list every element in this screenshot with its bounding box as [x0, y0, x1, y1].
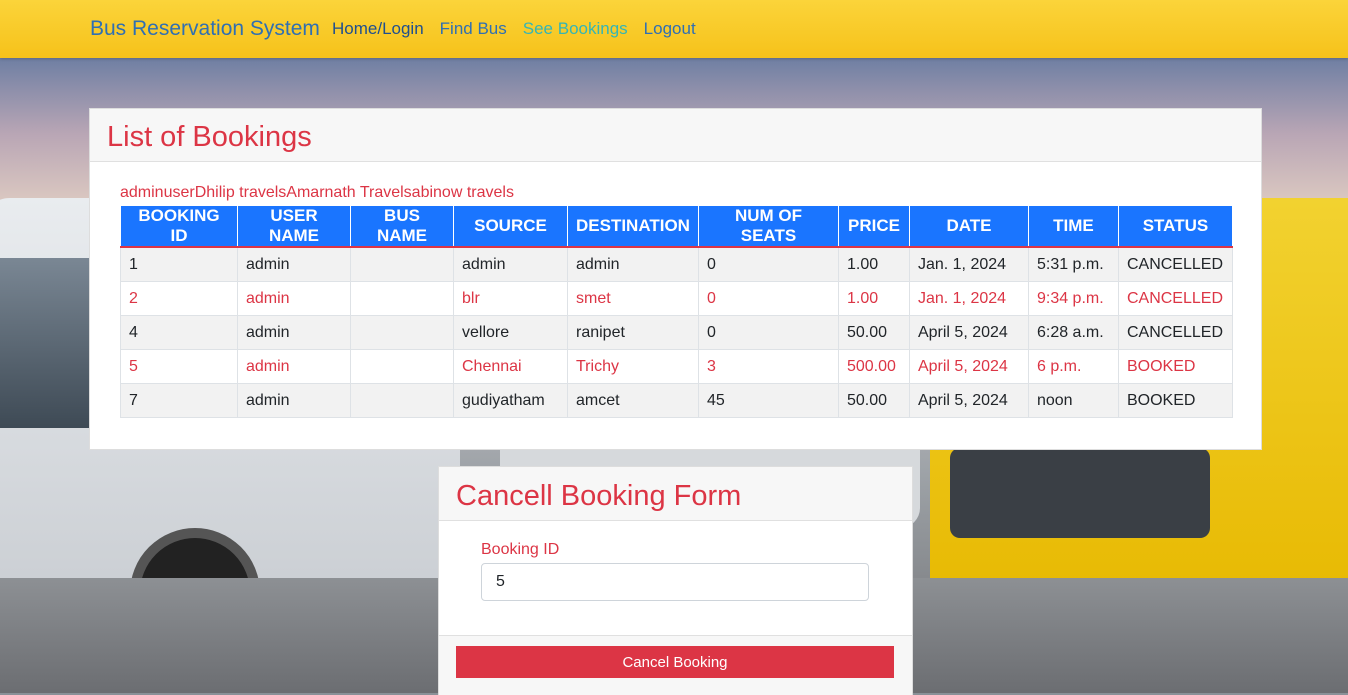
cell-seats: 0 [697, 315, 839, 350]
cell-source: Chennai [453, 349, 568, 384]
cell-date: April 5, 2024 [908, 383, 1029, 418]
col-destination: DESTINATION [567, 205, 699, 248]
brand-title[interactable]: Bus Reservation System [90, 17, 320, 41]
cell-time: noon [1027, 383, 1119, 418]
cell-date: April 5, 2024 [908, 315, 1029, 350]
cancel-booking-card: Cancell Booking Form Booking ID Cancel B… [438, 466, 913, 695]
bus-names-text: adminuserDhilip travelsAmarnath Travelsa… [120, 184, 514, 201]
col-time: TIME [1027, 205, 1119, 248]
cell-user: admin [237, 349, 351, 384]
cell-date: Jan. 1, 2024 [908, 246, 1029, 282]
cell-status: CANCELLED [1117, 281, 1233, 316]
cell-destination: ranipet [567, 315, 699, 350]
cell-bus [350, 383, 454, 418]
table-row: 5 admin Chennai Trichy 3 500.00 April 5,… [120, 349, 1233, 384]
cell-user: admin [237, 281, 351, 316]
nav-home-login[interactable]: Home/Login [332, 19, 424, 39]
table-header-row: BOOKING ID USER NAME BUS NAME SOURCE DES… [120, 205, 1233, 248]
cell-price: 50.00 [837, 315, 910, 350]
bookings-title: List of Bookings [90, 109, 1261, 162]
cell-user: admin [237, 383, 351, 418]
cell-destination: amcet [567, 383, 699, 418]
table-row: 1 admin admin admin 0 1.00 Jan. 1, 2024 … [120, 246, 1233, 282]
cell-seats: 0 [697, 281, 839, 316]
cell-date: April 5, 2024 [908, 349, 1029, 384]
cell-time: 9:34 p.m. [1027, 281, 1119, 316]
col-booking-id: BOOKING ID [120, 205, 238, 248]
nav-links: Home/Login Find Bus See Bookings Logout [332, 19, 696, 39]
table-row: 4 admin vellore ranipet 0 50.00 April 5,… [120, 315, 1233, 350]
bookings-card: List of Bookings adminuserDhilip travels… [89, 108, 1262, 450]
col-bus-name: BUS NAME [350, 205, 454, 248]
booking-id-label: Booking ID [481, 541, 560, 558]
col-price: PRICE [837, 205, 910, 248]
cell-user: admin [237, 315, 351, 350]
col-num-seats: NUM OF SEATS [697, 205, 839, 248]
cell-destination: Trichy [567, 349, 699, 384]
col-user-name: USER NAME [237, 205, 351, 248]
cancel-booking-button[interactable]: Cancel Booking [456, 646, 894, 678]
cell-time: 6:28 a.m. [1027, 315, 1119, 350]
cell-seats: 45 [697, 383, 839, 418]
cell-price: 500.00 [837, 349, 910, 384]
cell-user: admin [237, 246, 351, 282]
cell-bus [350, 349, 454, 384]
cell-source: gudiyatham [453, 383, 568, 418]
cell-destination: admin [567, 246, 699, 282]
nav-logout[interactable]: Logout [644, 19, 696, 39]
cell-price: 1.00 [837, 246, 910, 282]
cell-id: 1 [120, 246, 238, 282]
cell-date: Jan. 1, 2024 [908, 281, 1029, 316]
col-status: STATUS [1117, 205, 1233, 248]
cancel-form-footer: Cancel Booking [439, 635, 912, 695]
cell-source: vellore [453, 315, 568, 350]
cell-destination: smet [567, 281, 699, 316]
cell-status: BOOKED [1117, 349, 1233, 384]
table-row: 2 admin blr smet 0 1.00 Jan. 1, 2024 9:3… [120, 281, 1233, 316]
cell-source: admin [453, 246, 568, 282]
cell-id: 4 [120, 315, 238, 350]
cell-status: CANCELLED [1117, 246, 1233, 282]
nav-see-bookings[interactable]: See Bookings [523, 19, 628, 39]
cell-time: 6 p.m. [1027, 349, 1119, 384]
cell-time: 5:31 p.m. [1027, 246, 1119, 282]
table-row: 7 admin gudiyatham amcet 45 50.00 April … [120, 383, 1233, 418]
col-source: SOURCE [453, 205, 568, 248]
cell-price: 50.00 [837, 383, 910, 418]
cancel-form-title: Cancell Booking Form [439, 467, 912, 521]
cell-source: blr [453, 281, 568, 316]
cell-status: BOOKED [1117, 383, 1233, 418]
booking-id-input[interactable] [481, 563, 869, 601]
bookings-table: BOOKING ID USER NAME BUS NAME SOURCE DES… [120, 205, 1233, 418]
cell-status: CANCELLED [1117, 315, 1233, 350]
cell-price: 1.00 [837, 281, 910, 316]
cell-id: 2 [120, 281, 238, 316]
nav-find-bus[interactable]: Find Bus [440, 19, 507, 39]
cell-id: 7 [120, 383, 238, 418]
navbar: Bus Reservation System Home/Login Find B… [0, 0, 1348, 58]
cell-bus [350, 246, 454, 282]
cell-bus [350, 315, 454, 350]
col-date: DATE [908, 205, 1029, 248]
cell-seats: 3 [697, 349, 839, 384]
cell-id: 5 [120, 349, 238, 384]
cell-seats: 0 [697, 246, 839, 282]
cell-bus [350, 281, 454, 316]
